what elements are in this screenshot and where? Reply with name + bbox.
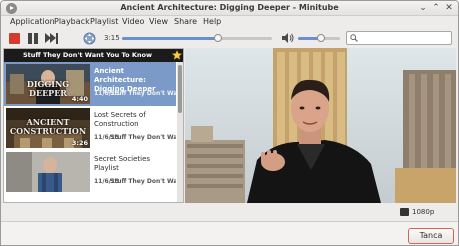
video-duration: 4:40 xyxy=(71,95,88,103)
video-thumbnail: ANCIENT CONSTRUCTION 3:26 xyxy=(6,108,90,148)
close-window-icon[interactable]: ✕ xyxy=(443,2,455,14)
video-player[interactable] xyxy=(185,48,456,203)
seek-handle[interactable] xyxy=(214,34,222,42)
thumbnail-caption: ANCIENT CONSTRUCTION xyxy=(9,117,87,136)
status-bar: 1080p xyxy=(1,203,458,221)
volume-icon[interactable] xyxy=(281,32,295,44)
pause-button[interactable] xyxy=(28,33,39,44)
skip-forward-button[interactable] xyxy=(45,33,60,44)
dialog-button-bar: Tanca xyxy=(1,221,458,245)
monitor-icon[interactable] xyxy=(400,208,409,216)
menu-share[interactable]: Share xyxy=(174,17,197,26)
video-title: Lost Secrets of Construction xyxy=(94,111,146,128)
maximize-icon[interactable]: ⌃ xyxy=(430,2,442,14)
stop-button[interactable] xyxy=(9,33,20,44)
video-thumbnail: DIGGING DEEPER 4:40 xyxy=(6,64,90,104)
video-author: Stuff They Don't Want xyxy=(110,134,176,141)
playlist-item[interactable]: DIGGING DEEPER 4:40 Ancient Architecture… xyxy=(4,62,176,106)
menu-video[interactable]: Video xyxy=(122,17,144,26)
menu-playback[interactable]: Playback xyxy=(54,17,90,26)
scrollbar-thumb[interactable] xyxy=(178,65,182,113)
volume-handle[interactable] xyxy=(317,34,326,42)
toolbar: 3:15 xyxy=(1,28,458,48)
quality-label[interactable]: 1080p xyxy=(412,208,434,216)
menu-help[interactable]: Help xyxy=(203,17,221,26)
menu-bar: Application Playback Playlist Video View… xyxy=(1,16,458,28)
seek-slider[interactable] xyxy=(122,34,272,42)
menu-application[interactable]: Application xyxy=(10,17,55,26)
close-button[interactable]: Tanca xyxy=(408,228,454,244)
video-author: Stuff They Don't Want xyxy=(110,178,176,185)
fullscreen-icon[interactable] xyxy=(83,32,96,45)
video-duration: 3:26 xyxy=(71,139,88,147)
minitube-window: Ancient Architecture: Digging Deeper - M… xyxy=(0,0,459,246)
search-box[interactable] xyxy=(346,31,452,45)
playlist-scrollbar[interactable] xyxy=(177,62,183,202)
playlist-header: Stuff They Don't Want You To Know xyxy=(4,49,183,62)
video-frame xyxy=(185,48,456,203)
volume-slider[interactable] xyxy=(298,34,340,42)
video-title: Secret Societies Playlist xyxy=(94,155,151,172)
menu-view[interactable]: View xyxy=(149,17,168,26)
playlist-item[interactable]: Secret Societies Playlist 11/6/13 Stuff … xyxy=(4,150,176,194)
window-title: Ancient Architecture: Digging Deeper - M… xyxy=(120,3,339,12)
menu-playlist[interactable]: Playlist xyxy=(90,17,118,26)
seek-progress xyxy=(122,37,218,40)
search-input[interactable] xyxy=(360,32,450,44)
video-thumbnail xyxy=(6,152,90,192)
playlist-title: Stuff They Don't Want You To Know xyxy=(23,51,152,59)
minimize-icon[interactable]: ⌄ xyxy=(417,2,429,14)
elapsed-time: 3:15 xyxy=(104,34,120,42)
star-icon[interactable] xyxy=(171,49,183,60)
title-bar: Ancient Architecture: Digging Deeper - M… xyxy=(1,1,458,16)
playlist-panel: Stuff They Don't Want You To Know DIGGIN… xyxy=(3,48,184,203)
search-icon xyxy=(350,34,358,42)
video-author: Stuff They Don't Want xyxy=(110,90,176,97)
playlist-item[interactable]: ANCIENT CONSTRUCTION 3:26 Lost Secrets o… xyxy=(4,106,176,150)
